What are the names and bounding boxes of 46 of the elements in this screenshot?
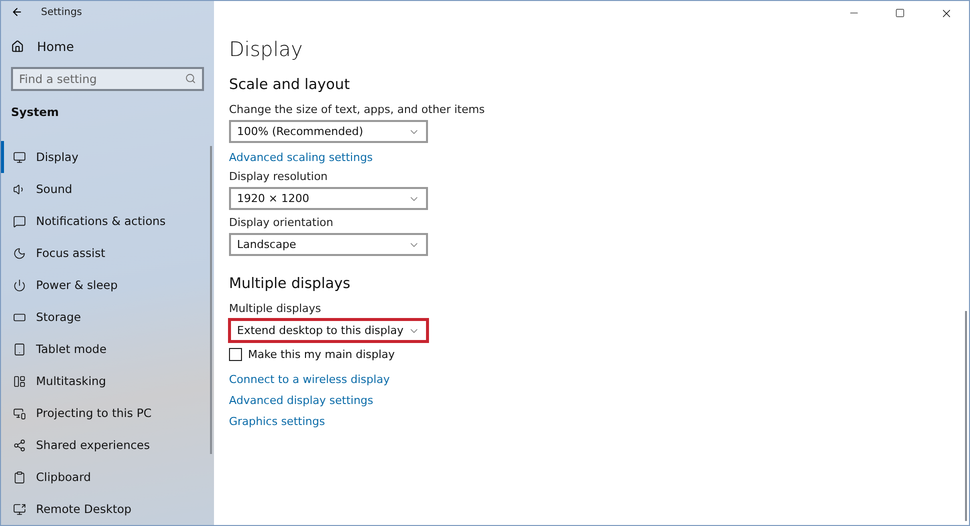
window-title: Settings bbox=[41, 6, 82, 18]
field-label: Display resolution bbox=[229, 170, 329, 183]
sidebar-item[interactable]: Shared experiences bbox=[1, 429, 214, 461]
sidebar-item[interactable]: Clipboard bbox=[1, 461, 214, 493]
moon-icon bbox=[13, 246, 26, 260]
sidebar-item[interactable]: Remote Desktop bbox=[1, 493, 214, 525]
sidebar-item[interactable]: Power & sleep bbox=[1, 269, 214, 301]
multitasking-icon bbox=[13, 374, 26, 388]
sidebar-item[interactable]: Storage bbox=[1, 301, 214, 333]
section-heading: Scale and layout bbox=[229, 77, 351, 93]
link[interactable]: Advanced display settings bbox=[229, 394, 969, 407]
sidebar-item[interactable]: Sound bbox=[1, 173, 214, 205]
section-heading: System bbox=[10, 104, 60, 119]
tablet-icon bbox=[13, 342, 26, 356]
dropdown[interactable]: Landscape bbox=[229, 233, 428, 256]
page-title: Display bbox=[229, 37, 304, 61]
search-field[interactable]: Find a setting bbox=[11, 67, 204, 91]
sidebar-item[interactable]: Focus assist bbox=[1, 237, 214, 269]
clipboard-icon bbox=[13, 470, 26, 484]
dropdown[interactable]: 1920 × 1200 bbox=[229, 187, 428, 210]
monitor-icon bbox=[13, 150, 26, 164]
link[interactable]: Advanced scaling settings bbox=[229, 151, 969, 164]
home-link[interactable]: Home bbox=[1, 23, 214, 57]
link[interactable]: Connect to a wireless display bbox=[229, 373, 969, 386]
checkbox[interactable] bbox=[229, 348, 242, 361]
checkbox-label: Make this my main display bbox=[248, 348, 395, 361]
field-label: Change the size of text, apps, and other items bbox=[229, 103, 486, 116]
message-icon bbox=[13, 214, 26, 228]
screen-share-icon bbox=[13, 502, 26, 516]
field-label: Multiple displays bbox=[229, 302, 322, 315]
search-icon[interactable] bbox=[185, 73, 196, 84]
sidebar-item[interactable]: Tablet mode bbox=[1, 333, 214, 365]
projector-icon bbox=[13, 406, 26, 420]
sidebar-item[interactable]: Notifications & actions bbox=[1, 205, 214, 237]
link[interactable]: Graphics settings bbox=[229, 415, 969, 428]
back-icon[interactable] bbox=[11, 6, 23, 18]
section-heading: Multiple displays bbox=[229, 276, 352, 292]
dropdown[interactable]: Extend desktop to this display bbox=[229, 319, 428, 342]
sidebar-item[interactable]: Projecting to this PC bbox=[1, 397, 214, 429]
home-icon bbox=[11, 40, 24, 52]
field-label: Display orientation bbox=[229, 216, 334, 229]
maximize-icon bbox=[895, 8, 905, 18]
power-icon bbox=[13, 278, 26, 292]
sidebar-item[interactable]: Multitasking bbox=[1, 365, 214, 397]
dropdown[interactable]: 100% (Recommended) bbox=[229, 120, 428, 143]
share-icon bbox=[13, 438, 26, 452]
